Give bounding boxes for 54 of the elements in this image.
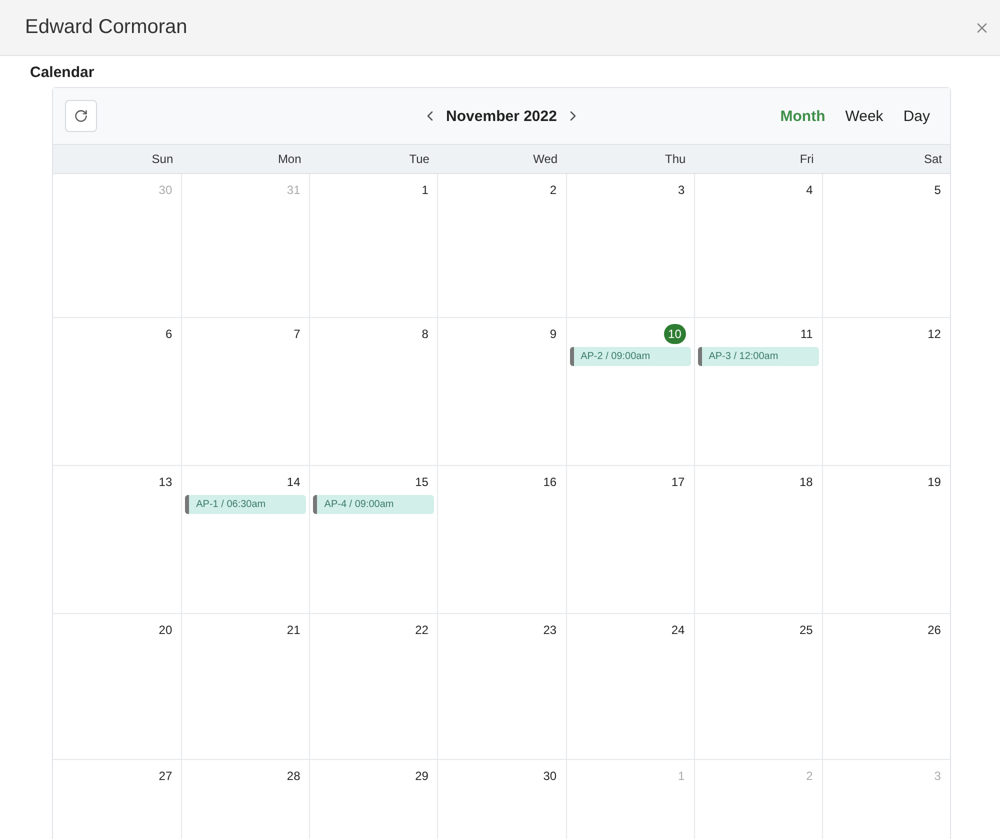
weekday-label: Thu: [664, 151, 687, 168]
day-number: 31: [286, 182, 302, 199]
period-title: November 2022: [446, 108, 557, 124]
today-badge: 10: [664, 324, 686, 344]
day-number: 15: [414, 474, 430, 491]
view-tab[interactable]: Day: [895, 104, 938, 128]
day-number: 25: [798, 622, 814, 639]
day-number: 5: [933, 182, 942, 199]
weekday-label: Sat: [922, 151, 943, 168]
day-number: 2: [805, 768, 814, 785]
refresh-icon[interactable]: [74, 109, 88, 123]
day-number: 30: [542, 768, 558, 785]
day-number: 19: [926, 474, 942, 491]
day-number: 23: [542, 622, 558, 639]
weekday-label: Fri: [798, 151, 815, 168]
day-number: 9: [548, 326, 558, 343]
day-number: 30: [158, 182, 174, 199]
day-number: 12: [926, 326, 942, 343]
refresh-button[interactable]: [65, 100, 97, 132]
day-number: 1: [677, 768, 686, 785]
day-number: 13: [158, 474, 174, 491]
weekday-label: Mon: [276, 151, 302, 168]
day-number: 28: [286, 768, 302, 785]
event-chip[interactable]: AP-4 / 09:00am: [313, 495, 434, 514]
day-number: 17: [670, 474, 686, 491]
view-tab[interactable]: Month: [772, 104, 834, 128]
event-chip[interactable]: AP-2 / 09:00am: [570, 347, 691, 366]
day-number: 22: [414, 622, 430, 639]
day-number: 21: [286, 622, 302, 639]
day-number: 1: [420, 182, 430, 199]
day-number: 7: [292, 326, 302, 343]
weekday-label: Tue: [408, 151, 430, 168]
section-title: Calendar: [30, 64, 96, 81]
day-number: 11: [799, 326, 814, 343]
weekday-label: Sun: [150, 151, 174, 168]
day-number: 8: [420, 326, 430, 343]
day-number: 29: [414, 768, 430, 785]
day-number: 20: [158, 622, 174, 639]
event-chip[interactable]: AP-3 / 12:00am: [698, 347, 819, 366]
day-number: 2: [548, 182, 558, 199]
day-number: 14: [286, 474, 302, 491]
day-number: 4: [805, 182, 814, 199]
day-number: 18: [798, 474, 814, 491]
view-tab[interactable]: Week: [837, 104, 892, 128]
day-number: 26: [926, 622, 942, 639]
dialog-title: Edward Cormoran: [25, 16, 188, 39]
day-number: 3: [933, 768, 942, 785]
day-number: 24: [670, 622, 686, 639]
day-number: 16: [542, 474, 558, 491]
day-number: 27: [158, 768, 174, 785]
day-number: 6: [164, 326, 174, 343]
weekday-label: Wed: [532, 151, 559, 168]
event-chip[interactable]: AP-1 / 06:30am: [185, 495, 306, 514]
day-number: 3: [677, 182, 686, 199]
